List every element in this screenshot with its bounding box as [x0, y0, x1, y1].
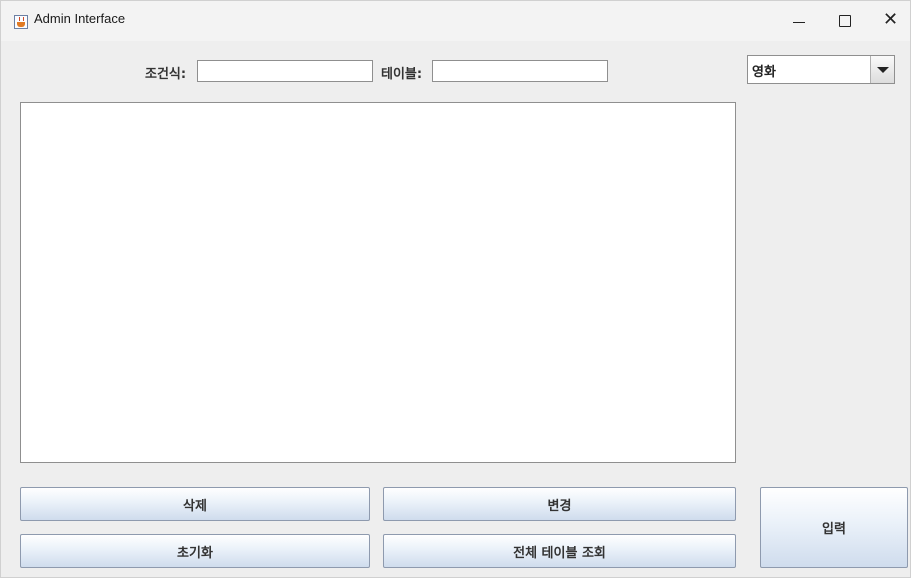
dropdown-arrow-icon [877, 67, 889, 73]
table-select-value: 영화 [752, 65, 776, 80]
table-label: 테이블: [381, 67, 423, 82]
table-input[interactable] [432, 60, 608, 82]
minimize-icon [793, 22, 805, 23]
java-app-icon [14, 15, 28, 29]
insert-button[interactable]: 입력 [760, 487, 908, 568]
close-button[interactable]: ✕ [867, 1, 911, 41]
delete-button[interactable]: 삭제 [20, 487, 370, 521]
dropdown-button[interactable] [870, 56, 894, 83]
minimize-button[interactable] [776, 1, 822, 41]
window-title: Admin Interface [34, 11, 126, 26]
maximize-button[interactable] [822, 1, 868, 41]
result-textarea[interactable] [20, 102, 736, 463]
reset-button[interactable]: 초기화 [20, 534, 370, 568]
view-all-button[interactable]: 전체 테이블 조회 [383, 534, 736, 568]
admin-window: Admin Interface ✕ 조건식: 테이블: 영화 삭제 변경 초기화… [0, 0, 911, 578]
maximize-icon [839, 15, 851, 27]
table-select[interactable]: 영화 [747, 55, 895, 84]
condition-input[interactable] [197, 60, 373, 82]
title-bar: Admin Interface ✕ [1, 1, 910, 41]
close-icon: ✕ [883, 9, 899, 30]
update-button[interactable]: 변경 [383, 487, 736, 521]
condition-label: 조건식: [145, 67, 187, 82]
